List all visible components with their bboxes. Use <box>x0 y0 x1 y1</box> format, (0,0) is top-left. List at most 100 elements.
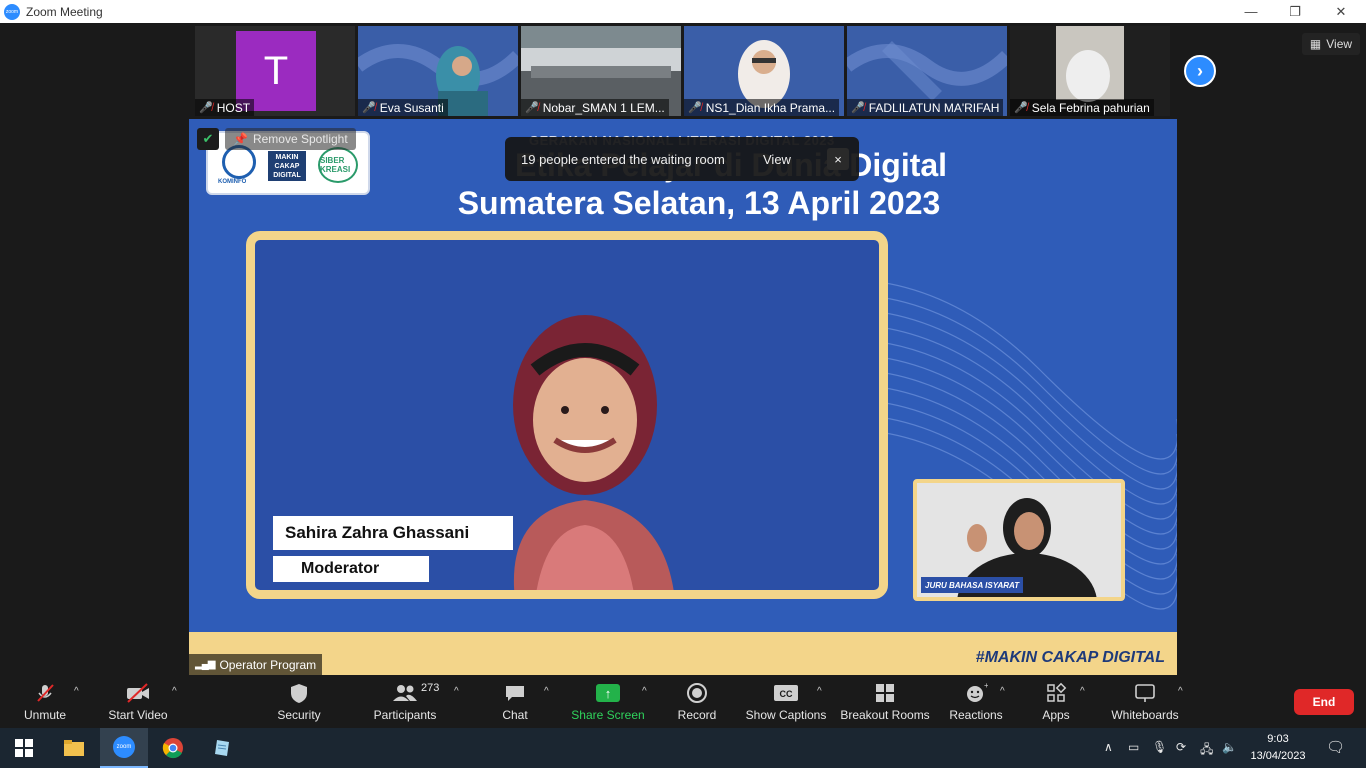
tray-update-icon[interactable]: ⟳ <box>1176 740 1186 754</box>
next-page-button[interactable]: › <box>1184 55 1216 87</box>
chevron-right-icon: › <box>1197 60 1203 81</box>
speaker-name-tag: Sahira Zahra Ghassani <box>271 514 515 552</box>
window-titlebar: zoom Zoom Meeting — ❐ ✕ <box>0 0 1366 23</box>
zoom-icon: zoom <box>113 736 135 758</box>
zoom-app-icon: zoom <box>4 3 20 20</box>
clock-time: 9:03 <box>1267 733 1289 745</box>
mic-muted-icon: 🎤̸ <box>1014 102 1028 114</box>
breakout-grid-icon <box>874 680 896 706</box>
participant-name: Eva Susanti <box>379 100 444 115</box>
audio-options-caret[interactable]: ^ <box>74 686 79 697</box>
close-window-button[interactable]: ✕ <box>1318 0 1364 23</box>
mic-muted-icon: 🎤̸ <box>688 102 702 114</box>
tray-mic-icon[interactable]: 🎙 <box>1152 740 1167 754</box>
spotlight-video[interactable]: #MAKIN CAKAP DIGITAL KOMINFO MAKIN CAKAP… <box>189 119 1177 675</box>
end-meeting-button[interactable]: End <box>1294 689 1354 715</box>
mic-muted-icon: 🎤̸ <box>851 102 865 114</box>
apps-icon <box>1045 680 1067 706</box>
chat-bubble-icon <box>504 680 526 706</box>
share-screen-button[interactable]: ↑ Share Screen <box>570 678 646 728</box>
participant-tile-nobar[interactable]: 🎤̸ Nobar_SMAN 1 LEM... <box>521 26 681 116</box>
notification-message: 19 people entered the waiting room <box>521 151 725 167</box>
participant-name: HOST <box>216 100 251 115</box>
encryption-shield-icon[interactable]: ✔ <box>197 128 219 150</box>
tray-device-icon[interactable]: ▭ <box>1128 740 1139 754</box>
view-menu-button[interactable]: ▦ View <box>1302 33 1360 55</box>
tray-chevron-icon[interactable]: ∧ <box>1104 740 1113 754</box>
reactions-options-caret[interactable]: ^ <box>1000 686 1005 697</box>
people-icon <box>391 680 419 706</box>
share-arrow-icon: ↑ <box>596 680 620 706</box>
meeting-toolbar: Unmute ^ Start Video ^ Security Particip… <box>0 678 1366 728</box>
restore-button[interactable]: ❐ <box>1272 0 1318 23</box>
mic-off-icon <box>34 680 56 706</box>
network-icon[interactable]: 🖧 <box>1200 740 1213 761</box>
whiteboard-icon <box>1133 680 1157 706</box>
security-button[interactable]: Security <box>270 678 328 728</box>
active-speaker-label: ▂▄▆ Operator Program <box>189 654 323 675</box>
smiley-plus-icon: + <box>964 680 988 706</box>
record-icon <box>686 680 708 706</box>
participants-count: 273 <box>421 682 440 694</box>
participant-name: FADLILATUN MA'RIFAH <box>868 100 1000 115</box>
apps-button[interactable]: Apps <box>1034 678 1078 728</box>
participants-options-caret[interactable]: ^ <box>454 686 459 697</box>
chat-options-caret[interactable]: ^ <box>544 686 549 697</box>
chrome-icon <box>162 738 183 759</box>
chrome-taskbar-button[interactable] <box>149 728 197 768</box>
captions-options-caret[interactable]: ^ <box>817 686 822 697</box>
interpreter-label: JURU BAHASA ISYARAT <box>921 577 1024 593</box>
share-options-caret[interactable]: ^ <box>642 686 647 697</box>
participant-tile-eva[interactable]: 🎤̸ Eva Susanti <box>358 26 518 116</box>
notification-view-button[interactable]: View <box>763 152 791 167</box>
video-options-caret[interactable]: ^ <box>172 686 177 697</box>
participant-tile-host[interactable]: T 🎤̸ HOST <box>195 26 355 116</box>
notification-center-icon[interactable]: 🗨 <box>1326 738 1345 756</box>
cc-icon: CC <box>773 680 799 706</box>
unmute-button[interactable]: Unmute <box>14 678 76 728</box>
participant-tile-dian[interactable]: 🎤̸ NS1_Dian Ikha Prama... <box>684 26 844 116</box>
sign-interpreter-video: JURU BAHASA ISYARAT <box>913 479 1125 601</box>
signal-bars-icon: ▂▄▆ <box>195 659 215 670</box>
breakout-rooms-button[interactable]: Breakout Rooms <box>838 678 932 728</box>
chat-button[interactable]: Chat <box>494 678 536 728</box>
record-button[interactable]: Record <box>674 678 720 728</box>
siberkreasi-logo: SIBER KREASI <box>318 147 358 183</box>
video-off-icon <box>125 680 151 706</box>
system-clock[interactable]: 9:03 13/04/2023 <box>1238 731 1318 765</box>
shield-icon <box>289 680 309 706</box>
windows-taskbar: zoom ∧ ▭ 🎙 ⟳ 🖧 🔈 9:03 13/04/2023 🗨 <box>0 728 1366 768</box>
event-subtitle: Sumatera Selatan, 13 April 2023 <box>457 185 941 221</box>
kominfo-logo <box>222 145 256 179</box>
mic-muted-icon: 🎤̸ <box>362 102 376 114</box>
participant-name: NS1_Dian Ikha Prama... <box>705 100 836 115</box>
meeting-area: T 🎤̸ HOST 🎤̸ Eva Susanti 🎤̸ Nobar_SMAN 1 LE… <box>0 23 1366 678</box>
apps-options-caret[interactable]: ^ <box>1080 686 1085 697</box>
start-video-button[interactable]: Start Video <box>104 678 172 728</box>
minimize-button[interactable]: — <box>1228 0 1274 23</box>
notepad-icon <box>215 740 229 756</box>
participant-tile-fadlilatun[interactable]: 🎤̸ FADLILATUN MA'RIFAH <box>847 26 1007 116</box>
speaker-video <box>513 315 674 590</box>
reactions-button[interactable]: + Reactions <box>946 678 1006 728</box>
svg-text:+: + <box>984 682 988 690</box>
volume-icon[interactable]: 🔈 <box>1222 740 1237 754</box>
notepad-taskbar-button[interactable] <box>198 728 246 768</box>
makin-cakap-logo: MAKIN CAKAP DIGITAL <box>268 151 306 181</box>
folder-icon <box>64 740 84 756</box>
remove-spotlight-button[interactable]: 📌 Remove Spotlight <box>225 128 356 150</box>
start-menu-button[interactable] <box>0 728 48 768</box>
clock-date: 13/04/2023 <box>1250 750 1306 762</box>
grid-icon: ▦ <box>1309 37 1322 51</box>
mic-muted-icon: 🎤̸ <box>199 102 213 114</box>
whiteboards-button[interactable]: Whiteboards <box>1106 678 1184 728</box>
windows-logo-icon <box>15 739 33 757</box>
zoom-taskbar-button[interactable]: zoom <box>100 728 148 768</box>
notification-close-button[interactable]: × <box>827 148 849 170</box>
show-captions-button[interactable]: CC Show Captions <box>744 678 828 728</box>
participant-tile-sela[interactable]: 🎤̸ Sela Febrina pahurian <box>1010 26 1170 116</box>
file-explorer-taskbar-button[interactable] <box>50 728 98 768</box>
pin-icon: 📌 <box>233 132 248 146</box>
whiteboards-options-caret[interactable]: ^ <box>1178 686 1183 697</box>
waiting-room-notification: 19 people entered the waiting room View … <box>505 137 859 181</box>
